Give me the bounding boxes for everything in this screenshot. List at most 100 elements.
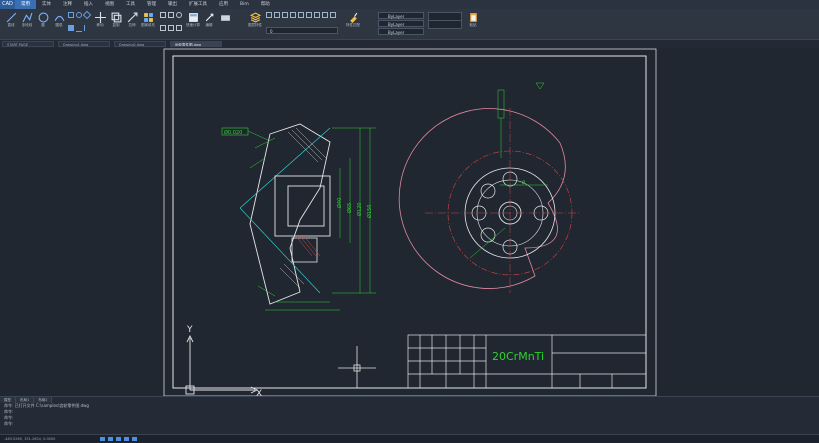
calc-tool[interactable]: 快速计算 (186, 11, 200, 31)
dim-tool[interactable] (218, 11, 232, 31)
status-bar: -483.5265, 331.2634, 0.0000 (0, 434, 819, 442)
stretch-tool[interactable]: 拉伸 (125, 11, 139, 31)
line-tool[interactable]: 直线 (4, 11, 18, 31)
menu-apps[interactable]: 应用 (213, 0, 234, 9)
svg-text:Ø120: Ø120 (356, 203, 363, 216)
tab-gear-drawing[interactable]: 齿轮零件图.dwg (170, 41, 222, 47)
hatch-tool[interactable]: 图案填充 (141, 11, 155, 31)
layer-prev-icon[interactable] (314, 12, 320, 18)
linetype-dropdown-value: ByLayer (388, 22, 405, 27)
circle-tool[interactable]: 圆 (36, 11, 50, 31)
app-logo[interactable]: CAD (0, 0, 15, 9)
line-icon (6, 12, 16, 23)
layer-lock-icon[interactable] (290, 12, 296, 18)
rotate-icon[interactable] (176, 12, 182, 18)
copy-tool-label: 复制 (112, 23, 120, 27)
move-tool-label: 移动 (96, 23, 104, 27)
ortho-toggle-icon[interactable] (116, 437, 121, 441)
polyline-icon (22, 12, 32, 23)
polar-toggle-icon[interactable] (124, 437, 129, 441)
xline-icon[interactable] (84, 24, 91, 31)
calc-tool-label: 快速计算 (186, 23, 200, 27)
offset-icon[interactable] (176, 25, 182, 31)
move-icon (94, 12, 106, 23)
menu-home[interactable]: 常用 (15, 0, 36, 9)
plotstyle-field[interactable] (428, 20, 462, 29)
ray-icon[interactable] (76, 25, 82, 32)
status-toggles (100, 437, 137, 441)
mirror-icon[interactable] (160, 25, 166, 31)
crosshair-cursor (338, 346, 376, 388)
snap-toggle-icon[interactable] (100, 437, 105, 441)
menu-tools[interactable]: 工具 (120, 0, 141, 9)
menu-manage[interactable]: 管理 (141, 0, 162, 9)
layer-off-icon[interactable] (266, 12, 272, 18)
ucs-y-label: Y (186, 325, 193, 335)
copy-icon (111, 12, 121, 23)
match-icon (349, 12, 357, 23)
layer-dropdown[interactable]: 0 (266, 27, 338, 34)
menu-annotate[interactable]: 注释 (57, 0, 78, 9)
paste-icon (469, 13, 477, 22)
menu-bim[interactable]: Bim (234, 0, 255, 9)
tab-drawing1[interactable]: Drawing1.dwg (58, 41, 110, 47)
menu-insert[interactable]: 插入 (78, 0, 99, 9)
circle-icon (38, 12, 48, 23)
drawing-svg[interactable]: Ø40 Ø65 Ø120 Ø150 Ø0.020 Ø Y X 20CrMnTi (0, 48, 819, 396)
ellipse-icon[interactable] (76, 12, 82, 18)
polyline-tool-label: 多段线 (21, 23, 33, 27)
layer-freeze-icon[interactable] (282, 12, 288, 18)
gear-section-view: Ø40 Ø65 Ø120 Ø150 Ø0.020 (221, 123, 376, 311)
command-input[interactable]: 命令: (0, 421, 819, 427)
copy-tool[interactable]: 复制 (109, 11, 123, 31)
layer-tool[interactable]: 图层特性 (248, 11, 262, 31)
color-dropdown-value: ByLayer (388, 14, 405, 19)
move-tool[interactable]: 移动 (93, 11, 107, 31)
hatch-tool-label: 图案填充 (141, 23, 155, 27)
polyline-tool[interactable]: 多段线 (20, 11, 34, 31)
tab-drawing2[interactable]: Drawing2.dwg (114, 41, 166, 47)
menu-view[interactable]: 视图 (99, 0, 120, 9)
tab-start-page[interactable]: START PAGE (2, 41, 54, 47)
sheet-outer-border (163, 48, 657, 396)
match-tool[interactable]: 特性匹配 (346, 11, 360, 31)
rectangle-icon[interactable] (68, 12, 74, 18)
osnap-toggle-icon[interactable] (132, 437, 137, 441)
status-coordinates: -483.5265, 331.2634, 0.0000 (4, 437, 56, 441)
layer-match-icon[interactable] (306, 12, 312, 18)
datum-tolerance-label: Ø0.020 (224, 129, 242, 136)
stretch-icon (127, 12, 137, 23)
menu-solid[interactable]: 实体 (36, 0, 57, 9)
command-window[interactable]: 模型 布局1 布局2 命令: 已打开文件 C:\samples\齿轮零件图.dw… (0, 396, 819, 435)
sheet-inner-border (172, 55, 647, 389)
menu-help[interactable]: 帮助 (255, 0, 276, 9)
layer-isolate-icon[interactable] (274, 12, 280, 18)
layer-tool-label: 图层特性 (248, 23, 262, 27)
modify-small-tools (160, 12, 184, 36)
color-dropdown[interactable]: ByLayer (378, 12, 424, 19)
drawing-canvas[interactable]: Ø40 Ø65 Ø120 Ø150 Ø0.020 Ø Y X 20CrMnTi (0, 48, 819, 396)
lineweight-dropdown[interactable]: ByLayer (378, 28, 424, 35)
paste-tool[interactable]: 粘贴 (466, 11, 480, 31)
layer-small-tools (266, 12, 338, 26)
region-icon[interactable] (68, 24, 74, 31)
menu-output[interactable]: 输出 (162, 0, 183, 9)
dimension-icon (220, 15, 230, 21)
trim-icon[interactable] (160, 12, 166, 18)
polygon-icon[interactable] (82, 10, 92, 20)
lineweight-dropdown-value: ByLayer (388, 30, 405, 35)
grid-toggle-icon[interactable] (108, 437, 113, 441)
linetype-dropdown[interactable]: ByLayer (378, 20, 424, 27)
layer-walk-icon[interactable] (322, 12, 328, 18)
circle-tool-label: 圆 (41, 23, 45, 27)
arc-tool[interactable]: 圆弧 (52, 11, 66, 31)
edit-tool[interactable]: 编辑 (202, 11, 216, 31)
edit-icon (205, 13, 213, 22)
ribbon: 直线 多段线 圆 圆弧 移动 复制 拉伸 图案填充 快速计算 编辑 图层特性 0… (0, 9, 819, 44)
extend-icon[interactable] (168, 12, 174, 18)
fillet-icon[interactable] (168, 25, 174, 31)
hatch-icon (143, 13, 153, 22)
menu-ext-tools[interactable]: 扩展工具 (183, 0, 213, 9)
layer-merge-icon[interactable] (330, 12, 336, 18)
layer-unlock-icon[interactable] (298, 12, 304, 18)
